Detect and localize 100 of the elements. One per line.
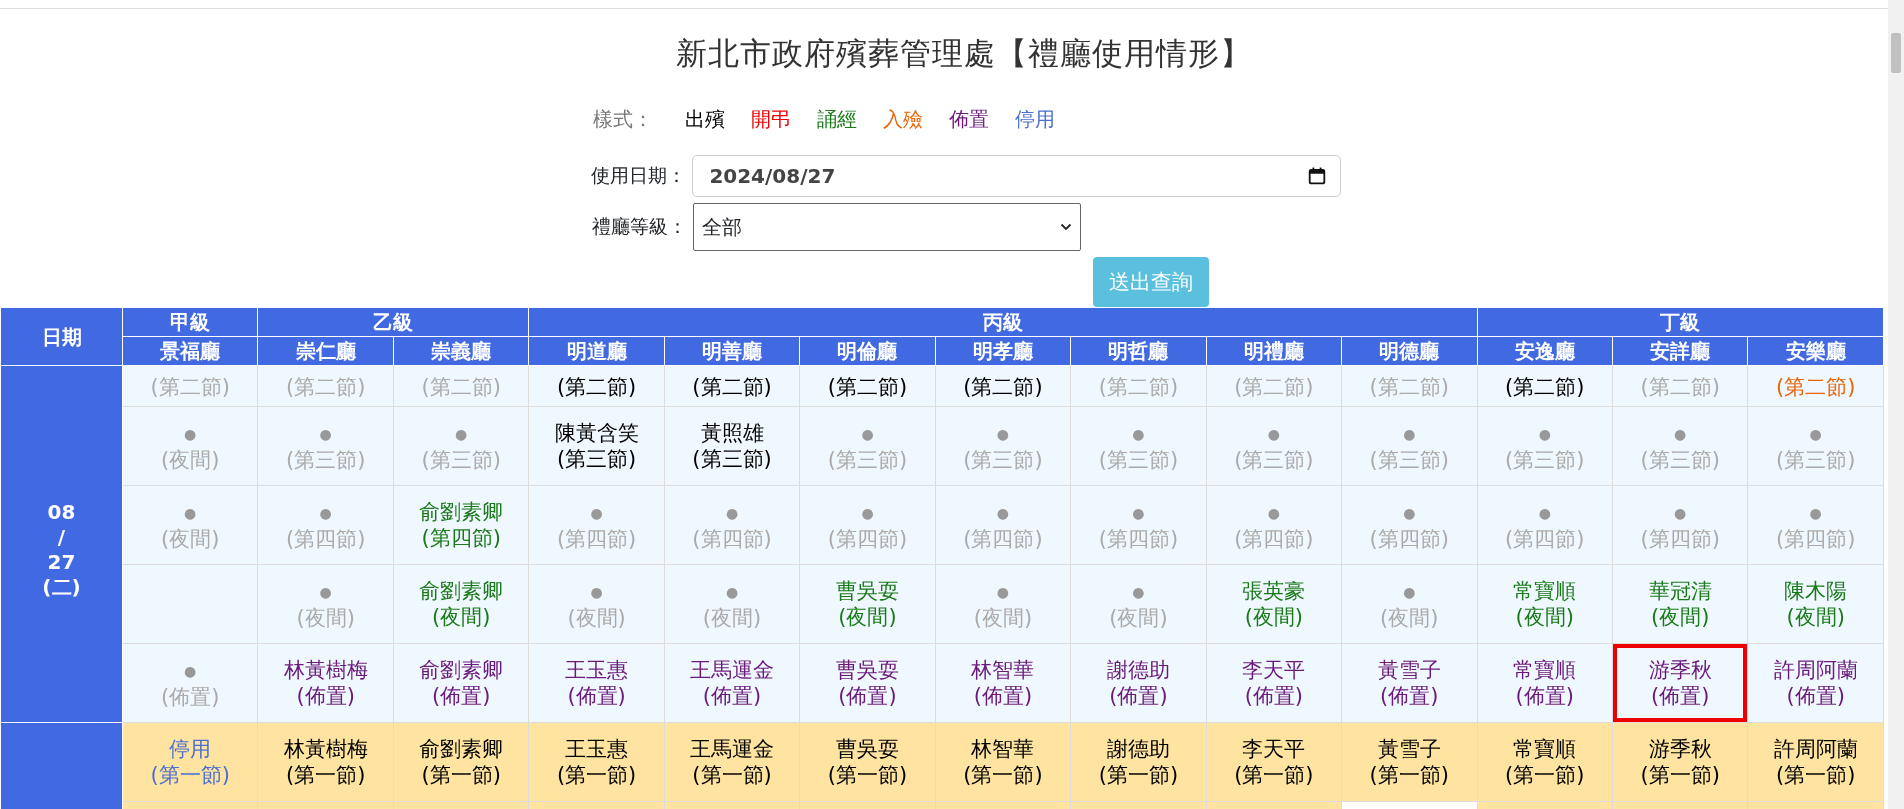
table-cell: 李天平 (佈置) xyxy=(1206,643,1342,723)
table-cell: ● (夜間) xyxy=(935,564,1071,644)
table-cell: 停用 (第一節) xyxy=(122,722,258,802)
table-cell: ● (第四節) xyxy=(1612,485,1748,565)
table-cell: 李天平 (第一節) xyxy=(1206,722,1342,802)
table-cell: ● (佈置) xyxy=(122,643,258,723)
group-header: 甲級 xyxy=(122,307,258,337)
table-cell: 王玉惠 (第一節) xyxy=(528,722,665,802)
table-cell: ● (第四節) xyxy=(1206,485,1342,565)
caret-icon xyxy=(1060,223,1072,231)
legend-item: 停用 xyxy=(1015,106,1055,133)
calendar-icon[interactable] xyxy=(1308,167,1326,185)
table-cell: ● (第四節) xyxy=(1477,485,1613,565)
table-cell: 黃照雄 (第三節) xyxy=(664,406,800,486)
legend-item: 入殮 xyxy=(883,106,923,133)
column-header: 安樂廳 xyxy=(1747,336,1884,366)
table-cell: ● (夜間) xyxy=(257,564,394,644)
column-header: 崇仁廳 xyxy=(257,336,394,366)
table-cell: 常寶順 (第一節) xyxy=(1477,722,1613,802)
table-cell: 俞劉素卿 (佈置) xyxy=(393,643,529,723)
table-cell: 王馬運金 (佈置) xyxy=(664,643,800,723)
legend-label: 樣式： xyxy=(593,106,653,133)
legend-item: 出殯 xyxy=(685,106,725,133)
table-cell: (第二節) xyxy=(1070,365,1207,407)
table-cell: ● (第三節) xyxy=(393,406,529,486)
table-cell: 俞劉素卿 (第四節) xyxy=(393,485,529,565)
field-label: 禮廳等級： xyxy=(591,214,687,239)
legend-item: 佈置 xyxy=(949,106,989,133)
legend-item: 開弔 xyxy=(751,106,791,133)
group-header: 丙級 xyxy=(528,307,1478,337)
table-cell: 謝德助 (佈置) xyxy=(1070,643,1207,723)
column-header: 日期 xyxy=(0,307,123,366)
table-cell: 林智華 (佈置) xyxy=(935,643,1071,723)
table-cell: ● (第四節) xyxy=(1070,485,1207,565)
table-cell: 張英豪 (夜間) xyxy=(1206,564,1342,644)
column-header: 景福廳 xyxy=(122,336,258,366)
column-header: 安詳廳 xyxy=(1612,336,1748,366)
level-dropdown[interactable]: 全部 xyxy=(693,203,1081,251)
table-cell: ● (第四節) xyxy=(935,485,1071,565)
legend-item: 誦經 xyxy=(817,106,857,133)
table-cell: ● (第三節) xyxy=(1070,406,1207,486)
column-header: 崇義廳 xyxy=(393,336,529,366)
table-cell: (第二節) xyxy=(1612,365,1748,407)
column-header: 明道廳 xyxy=(528,336,665,366)
table-cell: (第二節) xyxy=(664,365,800,407)
table-cell: 王玉惠 (佈置) xyxy=(528,643,665,723)
column-header: 明禮廳 xyxy=(1206,336,1342,366)
group-header: 乙級 xyxy=(257,307,529,337)
table-cell: (第二節) xyxy=(528,365,665,407)
table-cell: 常寶順 (佈置) xyxy=(1477,643,1613,723)
table-cell: 華冠清 (夜間) xyxy=(1612,564,1748,644)
scrollbar-thumb[interactable] xyxy=(1891,33,1901,73)
table-cell: ● (第四節) xyxy=(664,485,800,565)
table-cell: ● (第四節) xyxy=(528,485,665,565)
column-header: 安逸廳 xyxy=(1477,336,1613,366)
table-cell: ● (夜間) xyxy=(528,564,665,644)
table-cell: ● (第三節) xyxy=(799,406,936,486)
table-cell: ● (第四節) xyxy=(799,485,936,565)
table-cell: 謝德助 (第一節) xyxy=(1070,722,1207,802)
column-header: 明孝廳 xyxy=(935,336,1071,366)
table-cell: ● (第三節) xyxy=(1747,406,1884,486)
table-cell: 游季秋 (佈置) xyxy=(1612,643,1748,723)
column-header: 明善廳 xyxy=(664,336,800,366)
table-cell: 林黃樹梅 (第一節) xyxy=(257,722,394,802)
table-cell: ● (第三節) xyxy=(1206,406,1342,486)
page-title: 新北市政府殯葬管理處【禮廳使用情形】 xyxy=(675,34,1253,73)
field-label: 使用日期： xyxy=(590,163,687,188)
table-cell: ● (夜間) xyxy=(1341,564,1478,644)
table-cell: 曹吳耍 (第一節) xyxy=(799,722,936,802)
column-header: 明哲廳 xyxy=(1070,336,1207,366)
table-cell: ● (夜間) xyxy=(1070,564,1207,644)
table-cell: (第二節) xyxy=(1206,365,1342,407)
table-cell: (第二節) xyxy=(1341,365,1478,407)
table-cell: 許周阿蘭 (佈置) xyxy=(1747,643,1884,723)
table-cell: ● (第四節) xyxy=(1747,485,1884,565)
table-cell: 王馬運金 (第一節) xyxy=(664,722,800,802)
table-cell: 曹吳耍 (佈置) xyxy=(799,643,936,723)
date-field[interactable]: 2024/08/27 xyxy=(692,155,1341,197)
table-cell: 林黃樹梅 (佈置) xyxy=(257,643,394,723)
table-cell: 俞劉素卿 (夜間) xyxy=(393,564,529,644)
table-cell: (第二節) xyxy=(1477,365,1613,407)
table-cell: 游季秋 (第一節) xyxy=(1612,722,1748,802)
table-cell: ● (第四節) xyxy=(1341,485,1478,565)
table-cell: (第二節) xyxy=(122,365,258,407)
table-cell: ● (第三節) xyxy=(1477,406,1613,486)
table-cell: 俞劉素卿 (第一節) xyxy=(393,722,529,802)
table-cell: ● (夜間) xyxy=(122,485,258,565)
table-cell: 陳木陽 (夜間) xyxy=(1747,564,1884,644)
table-cell: ● (第四節) xyxy=(257,485,394,565)
table-cell: 林智華 (第一節) xyxy=(935,722,1071,802)
table-cell: 黃雪子 (佈置) xyxy=(1341,643,1478,723)
table-cell: (第二節) xyxy=(1747,365,1884,407)
column-header: 明德廳 xyxy=(1341,336,1478,366)
table-cell: 陳黃含笑 (第三節) xyxy=(528,406,665,486)
table-cell: 黃雪子 (第一節) xyxy=(1341,722,1478,802)
table-cell: 許周阿蘭 (第一節) xyxy=(1747,722,1884,802)
date-cell: 08 / 27 (二) xyxy=(0,365,123,723)
table-cell: ● (第三節) xyxy=(1341,406,1478,486)
table-cell: ● (第三節) xyxy=(1612,406,1748,486)
table-cell: (第二節) xyxy=(393,365,529,407)
